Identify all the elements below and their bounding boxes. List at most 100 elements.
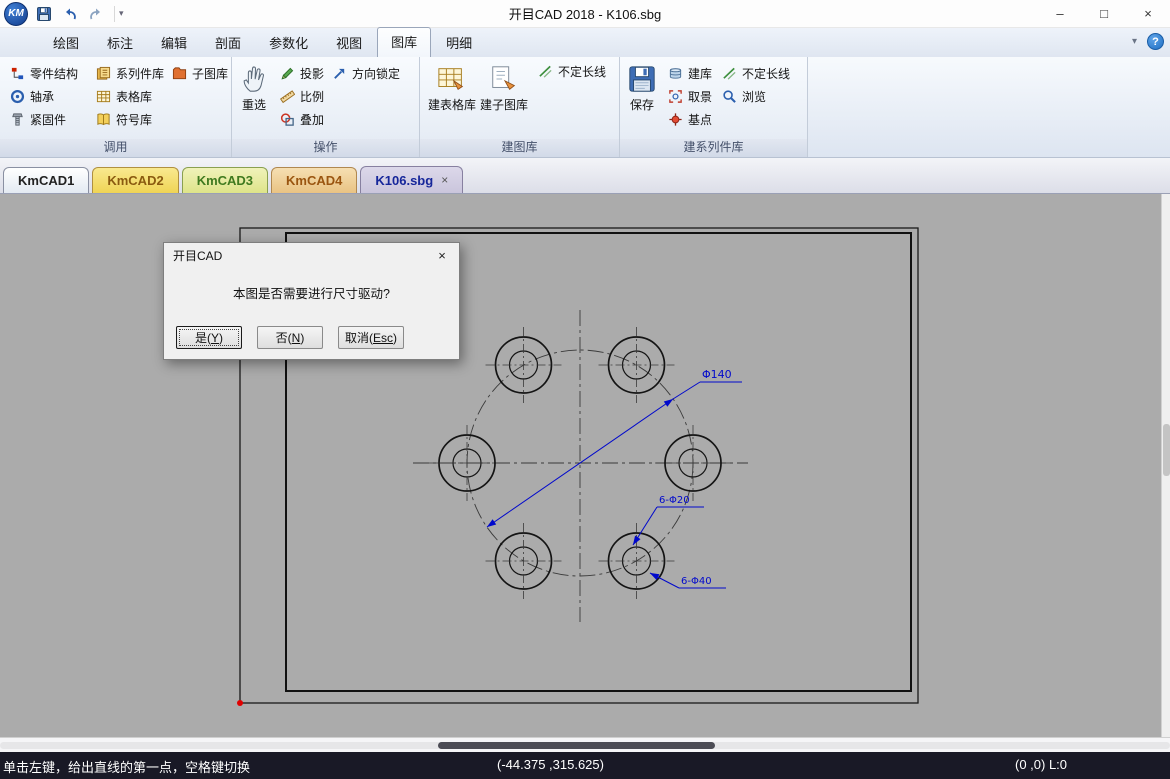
tab-label: KmCAD3	[197, 173, 253, 188]
status-bar: 单击左键，给出直线的第一点，空格键切换 (-44.375 ,315.625) (…	[0, 752, 1170, 779]
doc-tab-kmcad2[interactable]: KmCAD2	[92, 167, 178, 193]
ribbon-item-overlay[interactable]: 叠加	[276, 108, 328, 131]
app-menu-button[interactable]: KM	[4, 2, 28, 26]
ribbon-item-browse[interactable]: 浏览	[718, 85, 808, 108]
reselect-hand-icon	[239, 64, 269, 94]
button-label: 是(	[195, 331, 211, 345]
ribbon-tab-draw[interactable]: 绘图	[40, 29, 92, 57]
doc-tab-kmcad1[interactable]: KmCAD1	[3, 167, 89, 193]
indef-line-icon	[722, 66, 738, 82]
quick-access-dropdown-icon[interactable]: ▾	[114, 6, 128, 22]
dialog-close-icon[interactable]: ×	[427, 245, 457, 266]
tab-label: KmCAD1	[18, 173, 74, 188]
ribbon-item-build-sub-lib[interactable]: 建子图库	[478, 62, 530, 139]
ribbon-group-build-series: 保存 建库 不定长线 取景	[620, 57, 808, 157]
build-table-lib-icon	[437, 64, 467, 94]
tab-close-icon[interactable]: ×	[441, 173, 448, 187]
maximize-button[interactable]: □	[1082, 0, 1126, 28]
ribbon-tab-annotate[interactable]: 标注	[94, 29, 146, 57]
fastener-icon	[10, 112, 26, 128]
item-label: 系列件库	[116, 65, 164, 82]
dialog-title: 开目CAD	[173, 247, 222, 264]
ribbon-item-sub-lib[interactable]: 子图库	[168, 62, 232, 85]
symbol-lib-icon	[96, 112, 112, 128]
ribbon-item-capture[interactable]: 取景	[664, 85, 718, 108]
ribbon-item-table-lib[interactable]: 表格库	[92, 85, 168, 108]
ribbon-tab-view[interactable]: 视图	[323, 29, 375, 57]
save-icon[interactable]	[34, 4, 54, 24]
dialog-titlebar[interactable]: 开目CAD ×	[164, 243, 459, 268]
ribbon-item-base-point[interactable]: 基点	[664, 108, 718, 131]
table-lib-icon	[96, 89, 112, 105]
item-label: 建子图库	[480, 96, 528, 113]
quick-access-toolbar: KM ▾	[0, 2, 128, 26]
ribbon-item-fastener[interactable]: 紧固件	[6, 108, 92, 131]
window-title: 开目CAD 2018 - K106.sbg	[509, 4, 661, 23]
vertical-scrollbar-thumb[interactable]	[1163, 424, 1170, 476]
km-logo-icon: KM	[8, 8, 24, 19]
vertical-scrollbar[interactable]	[1161, 194, 1170, 737]
doc-tab-kmcad4[interactable]: KmCAD4	[271, 167, 357, 193]
doc-tab-k106[interactable]: K106.sbg ×	[360, 166, 463, 193]
ribbon-group-build-lib: 建表格库 建子图库 不定长线 建图库	[420, 57, 620, 157]
frame-corner-marker	[237, 700, 243, 706]
ribbon-tab-detail[interactable]: 明细	[433, 29, 485, 57]
ribbon-item-indef-line[interactable]: 不定长线	[534, 62, 610, 81]
build-sub-lib-icon	[489, 64, 519, 94]
tab-label: K106.sbg	[375, 173, 433, 188]
ribbon-tab-library[interactable]: 图库	[377, 27, 431, 57]
close-button[interactable]: ×	[1126, 0, 1170, 28]
item-label: 建库	[688, 65, 712, 82]
redo-icon[interactable]	[86, 4, 106, 24]
button-label: )	[219, 331, 223, 345]
ribbon-item-build[interactable]: 建库	[664, 62, 718, 85]
undo-icon[interactable]	[60, 4, 80, 24]
ribbon-item-series-lib[interactable]: 系列件库	[92, 62, 168, 85]
ribbon-item-projection[interactable]: 投影	[276, 62, 328, 85]
ribbon-right-controls: ▾ ?	[1132, 33, 1164, 50]
ribbon-group-operate: 重选 投影 方向锁定 比例	[232, 57, 420, 157]
status-hint: 单击左键，给出直线的第一点，空格键切换	[3, 757, 250, 776]
ribbon-collapse-icon[interactable]: ▾	[1132, 36, 1137, 47]
doc-tab-kmcad3[interactable]: KmCAD3	[182, 167, 268, 193]
ribbon-tab-parametric[interactable]: 参数化	[256, 29, 321, 57]
help-button[interactable]: ?	[1147, 33, 1164, 50]
button-label: 否(	[276, 331, 292, 345]
ribbon-item-part-structure[interactable]: 零件结构	[6, 62, 92, 85]
item-label: 不定长线	[558, 63, 606, 80]
item-label: 叠加	[300, 111, 324, 128]
horizontal-scrollbar	[0, 737, 1170, 752]
ribbon-item-reselect[interactable]: 重选	[238, 62, 270, 139]
ribbon-item-save-lib[interactable]: 保存	[626, 62, 658, 139]
ribbon-tab-section[interactable]: 剖面	[202, 29, 254, 57]
ribbon-item-build-table-lib[interactable]: 建表格库	[426, 62, 478, 139]
horizontal-scrollbar-thumb[interactable]	[438, 742, 715, 749]
minimize-button[interactable]: –	[1038, 0, 1082, 28]
dialog-yes-button[interactable]: 是(Y)	[176, 326, 242, 349]
titlebar: KM ▾ 开目CAD 2018 - K106.sbg – □ ×	[0, 0, 1170, 28]
status-origin-info: (0 ,0) L:0	[1015, 757, 1067, 772]
ribbon-item-direction-lock[interactable]: 方向锁定	[328, 62, 418, 85]
dialog-cancel-button[interactable]: 取消(Esc)	[338, 326, 404, 349]
item-label: 紧固件	[30, 111, 66, 128]
ribbon-item-scale[interactable]: 比例	[276, 85, 328, 108]
ribbon-tab-row: 绘图 标注 编辑 剖面 参数化 视图 图库 明细 ▾ ?	[0, 28, 1170, 57]
ribbon-item-bearing[interactable]: 轴承	[6, 85, 92, 108]
status-cursor-coords: (-44.375 ,315.625)	[497, 757, 604, 772]
item-label: 基点	[688, 111, 712, 128]
ribbon-item-symbol-lib[interactable]: 符号库	[92, 108, 168, 131]
ribbon-group-label-call: 调用	[0, 139, 231, 157]
dimensions: Φ140 6-Φ20 6-Φ40	[487, 368, 742, 588]
indef-line-icon	[538, 64, 554, 80]
ribbon-group-label-build-series: 建系列件库	[620, 139, 807, 157]
overlay-icon	[280, 112, 296, 128]
item-label: 方向锁定	[352, 65, 400, 82]
ribbon-group-call: 零件结构 系列件库 子图库 轴承	[0, 57, 232, 157]
ribbon-tab-edit[interactable]: 编辑	[148, 29, 200, 57]
ribbon-item-indef-line-2[interactable]: 不定长线	[718, 62, 808, 85]
dialog-buttons: 是(Y) 否(N) 取消(Esc)	[176, 326, 404, 349]
item-label: 建表格库	[428, 96, 476, 113]
part-structure-icon	[10, 66, 26, 82]
dialog-no-button[interactable]: 否(N)	[257, 326, 323, 349]
tab-label: KmCAD2	[107, 173, 163, 188]
